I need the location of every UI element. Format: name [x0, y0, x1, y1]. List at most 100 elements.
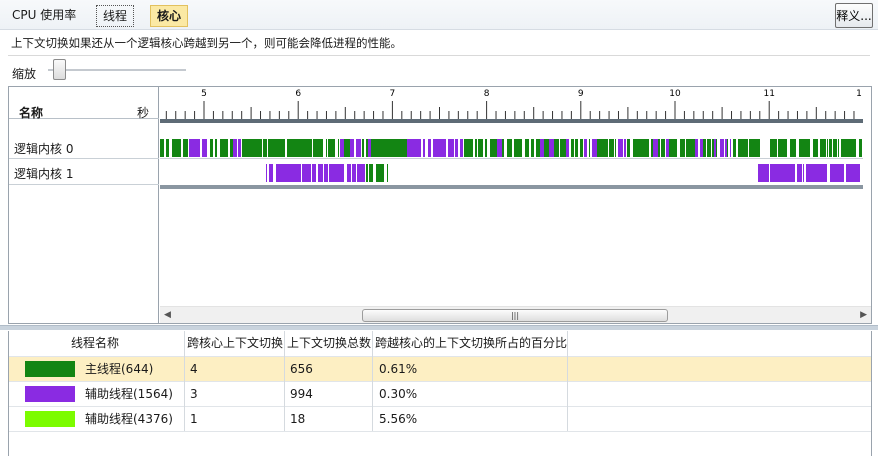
- execution-segment: [598, 139, 603, 157]
- explain-button[interactable]: 释义...: [835, 3, 873, 28]
- execution-segment: [329, 139, 334, 157]
- execution-segment: [183, 139, 184, 157]
- table-row[interactable]: 主线程(644) 4 656 0.61%: [9, 356, 871, 381]
- execution-segment: [790, 139, 793, 157]
- execution-segment: [738, 139, 742, 157]
- thread-color-swatch: [25, 411, 75, 427]
- execution-segment: [666, 139, 669, 157]
- header-cross-core[interactable]: 跨核心上下文切换: [187, 331, 283, 355]
- execution-segment: [251, 139, 254, 157]
- execution-segment: [225, 139, 228, 157]
- zoom-slider-thumb[interactable]: [53, 59, 66, 80]
- execution-segment: [716, 139, 717, 157]
- execution-segment: [460, 139, 463, 157]
- tab-threads[interactable]: 线程: [96, 5, 135, 27]
- splitter[interactable]: [0, 325, 878, 330]
- execution-segment: [794, 164, 795, 182]
- execution-segment: [438, 139, 441, 157]
- execution-segment: [621, 139, 623, 157]
- execution-segment: [386, 139, 389, 157]
- execution-segment: [301, 139, 302, 157]
- execution-segment: [778, 139, 780, 157]
- percent-value: 5.56%: [379, 412, 418, 426]
- execution-segment: [549, 139, 554, 157]
- execution-segment: [399, 139, 403, 157]
- execution-segment: [259, 139, 262, 157]
- thread-color-swatch: [25, 386, 75, 402]
- execution-segment: [292, 164, 296, 182]
- execution-segment: [492, 139, 497, 157]
- execution-segment: [376, 164, 378, 182]
- header-total-switches[interactable]: 上下文切换总数: [287, 331, 371, 355]
- thread-name: 主线程(644): [85, 362, 154, 376]
- scroll-right-arrow-icon[interactable]: ▶: [860, 310, 867, 320]
- execution-segment: [434, 139, 436, 157]
- execution-segment: [369, 164, 370, 182]
- execution-segment: [371, 139, 376, 157]
- execution-segment: [296, 164, 301, 182]
- execution-segment: [356, 139, 361, 157]
- ruler-tick-label: 5: [201, 89, 207, 99]
- execution-segment: [680, 139, 685, 157]
- zoom-label: 缩放: [12, 67, 37, 81]
- execution-segment: [615, 139, 616, 157]
- execution-segment: [847, 164, 850, 182]
- execution-segment: [725, 139, 727, 157]
- zoom-slider-track[interactable]: [48, 69, 186, 71]
- execution-segment: [624, 139, 626, 157]
- execution-segment: [603, 139, 608, 157]
- execution-segment: [714, 139, 716, 157]
- execution-segment: [163, 139, 164, 157]
- header-thread-name[interactable]: 线程名称: [71, 331, 119, 355]
- tab-cpu-usage[interactable]: CPU 使用率: [6, 5, 82, 27]
- execution-segment: [730, 139, 731, 157]
- total-value: 18: [290, 412, 306, 426]
- execution-segment: [322, 139, 323, 157]
- execution-segment: [352, 164, 356, 182]
- execution-segment: [554, 139, 559, 157]
- execution-segment: [707, 139, 711, 157]
- execution-segment: [806, 164, 810, 182]
- execution-segment: [338, 139, 339, 157]
- execution-segment: [827, 139, 828, 157]
- execution-segment: [531, 139, 534, 157]
- ruler-tick-label: 1: [856, 89, 862, 99]
- execution-segment: [313, 139, 314, 157]
- scroll-left-arrow-icon[interactable]: ◀: [164, 310, 171, 320]
- thread-name: 辅助线程(4376): [85, 412, 173, 426]
- header-percentage[interactable]: 跨越核心的上下文切换所占的百分比: [375, 331, 567, 355]
- table-row[interactable]: 辅助线程(4376) 1 18 5.56%: [9, 406, 871, 431]
- execution-segment: [773, 164, 778, 182]
- execution-segment: [597, 139, 598, 157]
- execution-segment: [815, 164, 818, 182]
- table-row[interactable]: 辅助线程(1564) 3 994 0.30%: [9, 381, 871, 406]
- scroll-thumb[interactable]: |||: [362, 309, 668, 322]
- tab-cores[interactable]: 核心: [150, 5, 189, 27]
- execution-segment: [363, 164, 365, 182]
- execution-segment: [507, 139, 512, 157]
- core-timeline-lanes[interactable]: [160, 133, 863, 185]
- header-seconds: 秒: [136, 106, 149, 120]
- execution-segment: [448, 139, 451, 157]
- execution-segment: [268, 139, 270, 157]
- execution-segment: [515, 139, 519, 157]
- execution-segment: [485, 139, 487, 157]
- execution-segment: [276, 164, 280, 182]
- execution-segment: [820, 139, 823, 157]
- time-ruler: 5 6 7 8 9 10 11 1: [165, 89, 862, 119]
- execution-segment: [747, 139, 748, 157]
- execution-segment: [339, 164, 342, 182]
- execution-segment: [575, 139, 578, 157]
- execution-segment: [589, 139, 590, 157]
- execution-segment: [343, 164, 344, 182]
- execution-segment: [613, 139, 614, 157]
- execution-segment: [238, 139, 241, 157]
- execution-segment: [293, 139, 295, 157]
- execution-segment: [841, 139, 843, 157]
- execution-segment: [172, 139, 175, 157]
- execution-segment: [655, 139, 658, 157]
- execution-segment: [287, 139, 289, 157]
- execution-segment: [759, 139, 760, 157]
- horizontal-scrollbar[interactable]: ◀ ||| ▶: [160, 306, 871, 323]
- execution-segment: [342, 164, 343, 182]
